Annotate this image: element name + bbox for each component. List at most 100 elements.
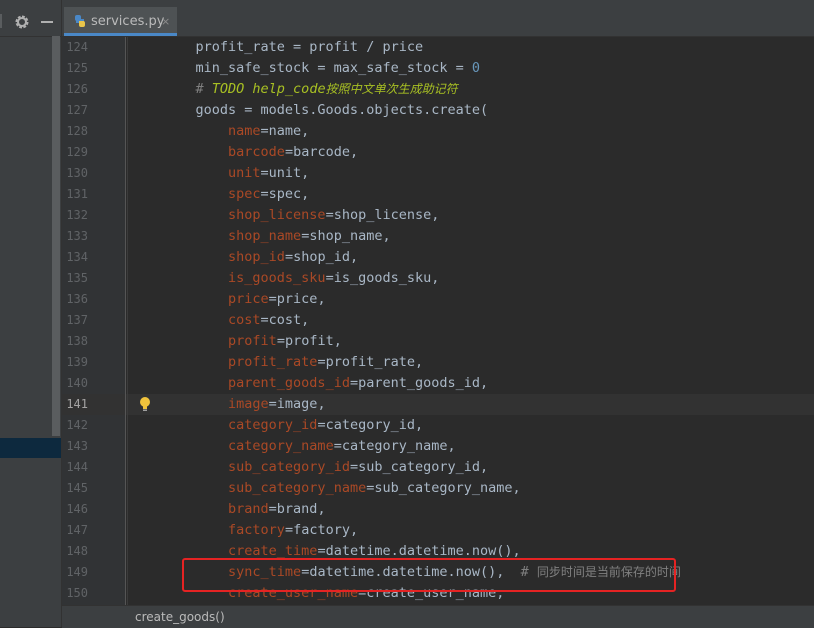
- code-token: goods = models.Goods.objects.create(: [163, 102, 489, 118]
- code-line[interactable]: shop_license=shop_license,: [163, 205, 439, 226]
- code-token: =spec,: [260, 186, 310, 202]
- code-line[interactable]: shop_name=shop_name,: [163, 226, 391, 247]
- code-token: category_name: [228, 438, 334, 454]
- code-token: factory: [228, 522, 285, 538]
- code-token: name: [228, 123, 261, 139]
- code-token: =cost,: [260, 312, 310, 328]
- python-file-icon: [75, 15, 85, 27]
- code-token: =brand,: [268, 501, 326, 517]
- code-token: =unit,: [260, 165, 310, 181]
- line-number: 135: [66, 271, 88, 285]
- code-line[interactable]: sub_category_name=sub_category_name,: [163, 478, 521, 499]
- line-number: 126: [66, 82, 88, 96]
- code-token: 按照中文单次生成助记符: [325, 82, 458, 96]
- code-token: =factory,: [284, 522, 359, 538]
- line-number: 130: [66, 166, 88, 180]
- line-number: 149: [66, 565, 88, 579]
- code-token: category_id: [228, 417, 318, 433]
- indent-guide: [127, 37, 128, 605]
- breadcrumb-bar: create_goods(): [62, 605, 814, 628]
- code-token: unit: [228, 165, 261, 181]
- code-line[interactable]: brand=brand,: [163, 499, 326, 520]
- code-line[interactable]: unit=unit,: [163, 163, 309, 184]
- project-panel-empty-area: [0, 458, 61, 627]
- breadcrumb[interactable]: create_goods(): [135, 610, 225, 625]
- line-number: 145: [66, 481, 88, 495]
- code-line[interactable]: shop_id=shop_id,: [163, 247, 358, 268]
- line-number: 136: [66, 292, 88, 306]
- code-token: =profit_rate,: [317, 354, 424, 370]
- code-editor[interactable]: 124 profit_rate = profit / price 125 min_…: [62, 37, 814, 605]
- line-number: 150: [66, 586, 88, 600]
- gear-icon[interactable]: [14, 14, 30, 30]
- code-token: =shop_license,: [325, 207, 440, 223]
- code-token: 0: [471, 60, 480, 76]
- code-line[interactable]: goods = models.Goods.objects.create(: [163, 100, 489, 121]
- code-token: =shop_id,: [284, 249, 359, 265]
- code-token: =category_name,: [333, 438, 456, 454]
- code-line[interactable]: category_id=category_id,: [163, 415, 423, 436]
- code-token: shop_name: [228, 228, 302, 244]
- toolbar-separator: [0, 14, 2, 28]
- code-token: brand: [228, 501, 269, 517]
- gutter-divider: [125, 37, 126, 605]
- project-tree-selected-row[interactable]: [0, 438, 61, 458]
- code-token: cost: [228, 312, 261, 328]
- code-line[interactable]: # TODO help_code按照中文单次生成助记符: [163, 79, 458, 100]
- line-number: 143: [66, 439, 88, 453]
- code-token: parent_goods_id: [228, 375, 350, 391]
- code-token: sub_category_name: [228, 480, 367, 496]
- code-line[interactable]: profit_rate=profit_rate,: [163, 352, 423, 373]
- code-token: =datetime.datetime.now(),: [317, 543, 521, 559]
- code-token: =is_goods_sku,: [325, 270, 440, 286]
- line-number: 125: [66, 61, 88, 75]
- code-token: =name,: [260, 123, 310, 139]
- code-line[interactable]: barcode=barcode,: [163, 142, 358, 163]
- code-line[interactable]: is_goods_sku=is_goods_sku,: [163, 268, 439, 289]
- code-token: =profit,: [276, 333, 342, 349]
- code-line[interactable]: profit_rate = profit / price: [163, 37, 424, 58]
- code-line[interactable]: sub_category_id=sub_category_id,: [163, 457, 488, 478]
- code-token: =barcode,: [284, 144, 359, 160]
- code-line[interactable]: category_name=category_name,: [163, 436, 456, 457]
- code-line[interactable]: profit=profit,: [163, 331, 342, 352]
- minimize-icon[interactable]: [41, 21, 53, 23]
- project-panel-scrollbar[interactable]: [52, 36, 60, 436]
- lightbulb-icon[interactable]: [139, 396, 151, 412]
- code-token: =price,: [268, 291, 326, 307]
- tab-services-py[interactable]: services.py ×: [64, 7, 177, 36]
- line-number: 124: [66, 40, 88, 54]
- code-line[interactable]: min_safe_stock = max_safe_stock = 0: [163, 58, 481, 79]
- close-icon[interactable]: ×: [161, 14, 170, 29]
- code-line[interactable]: spec=spec,: [163, 184, 309, 205]
- code-line[interactable]: image=image,: [163, 394, 326, 415]
- tab-label: services.py: [91, 14, 165, 29]
- line-number: 138: [66, 334, 88, 348]
- code-line[interactable]: cost=cost,: [163, 310, 309, 331]
- code-token: =sub_category_name,: [366, 480, 521, 496]
- code-line[interactable]: name=name,: [163, 121, 309, 142]
- code-token: =image,: [268, 396, 326, 412]
- code-token: is_goods_sku: [228, 270, 326, 286]
- code-line[interactable]: price=price,: [163, 289, 326, 310]
- code-token: sub_category_id: [228, 459, 350, 475]
- code-token: min_safe_stock = max_safe_stock =: [163, 60, 472, 76]
- code-line[interactable]: factory=factory,: [163, 520, 358, 541]
- code-token: =sub_category_id,: [349, 459, 489, 475]
- line-number: 139: [66, 355, 88, 369]
- line-number: 131: [66, 187, 88, 201]
- code-line[interactable]: parent_goods_id=parent_goods_id,: [163, 373, 488, 394]
- line-number: 146: [66, 502, 88, 516]
